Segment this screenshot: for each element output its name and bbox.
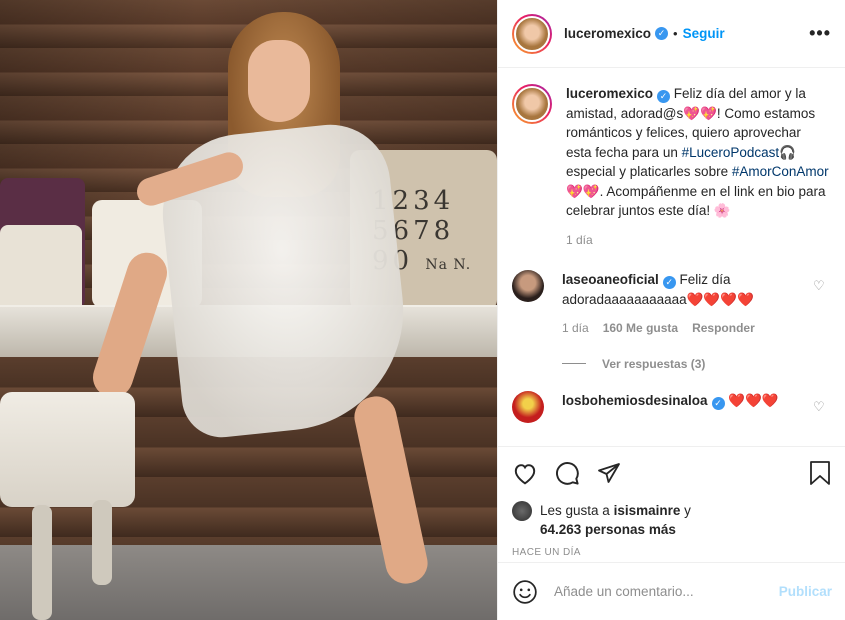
woman-face [248, 40, 310, 122]
caption: luceromexico ✓ Feliz día del amor y la am… [512, 84, 829, 250]
heart-icon[interactable]: ♡ [813, 278, 829, 294]
ottoman [0, 392, 135, 507]
more-icon[interactable]: ••• [809, 23, 831, 44]
action-bar [512, 457, 832, 489]
comment-username[interactable]: losbohemiosdesinaloa [562, 393, 708, 408]
avatar[interactable] [512, 270, 544, 302]
hashtag-link[interactable]: #LuceroPodcast [682, 145, 780, 160]
heart-icon[interactable] [512, 461, 538, 485]
reply-button[interactable]: Responder [692, 319, 755, 339]
separator-dot: • [673, 26, 678, 41]
verified-icon: ✓ [655, 27, 669, 40]
hashtag-link[interactable]: #AmorConAmor [732, 164, 829, 179]
comment-time[interactable]: 1 día [562, 319, 589, 339]
username-link[interactable]: luceromexico [564, 26, 651, 41]
liker-username[interactable]: isismainre [614, 503, 681, 518]
likes-summary: Les gusta a isismainre y 64.263 personas… [512, 501, 832, 539]
avatar[interactable] [512, 84, 552, 124]
follow-button[interactable]: Seguir [683, 26, 725, 41]
post-timestamp[interactable]: HACE UN DÍA [512, 547, 832, 558]
ottoman-leg [32, 505, 52, 620]
verified-icon: ✓ [657, 90, 671, 103]
comment: losbohemiosdesinaloa ✓ ❤️❤️❤️ ♡ [512, 390, 829, 423]
caption-username[interactable]: luceromexico [566, 86, 653, 101]
bookmark-icon[interactable] [808, 460, 832, 486]
heart-icon[interactable]: ♡ [813, 399, 829, 415]
post-comment-button[interactable]: Publicar [779, 584, 832, 599]
post-sidebar: luceromexico ✓ • Seguir ••• luceromexico… [497, 0, 845, 620]
ottoman-leg [92, 500, 112, 585]
caption-time[interactable]: 1 día [566, 231, 593, 251]
view-replies-button[interactable]: Ver respuestas (3) [562, 357, 829, 371]
post-photo[interactable]: 1234 5678 90 Na N. [0, 0, 497, 620]
avatar[interactable] [512, 390, 544, 423]
share-icon[interactable] [596, 461, 622, 485]
verified-icon: ✓ [662, 276, 676, 289]
actions-section: Les gusta a isismainre y 64.263 personas… [498, 446, 845, 558]
comment: laseoaneoficial ✓ Feliz día adoradaaaaaaa… [512, 270, 829, 339]
post-header: luceromexico ✓ • Seguir ••• [498, 0, 845, 68]
comment-icon[interactable] [554, 460, 580, 486]
comment-input[interactable]: Añade un comentario... [554, 584, 779, 599]
liker-avatar[interactable] [512, 501, 532, 521]
verified-icon: ✓ [711, 396, 725, 410]
comment-likes[interactable]: 160 Me gusta [603, 319, 678, 339]
add-comment-bar: Añade un comentario... Publicar [498, 562, 845, 620]
comments-list[interactable]: luceromexico ✓ Feliz día del amor y la am… [498, 68, 845, 446]
emoji-icon[interactable] [512, 579, 538, 605]
comment-username[interactable]: laseoaneoficial [562, 272, 659, 287]
avatar[interactable] [512, 13, 552, 54]
likes-count[interactable]: 64.263 personas más [540, 522, 676, 537]
pillow [0, 225, 82, 313]
